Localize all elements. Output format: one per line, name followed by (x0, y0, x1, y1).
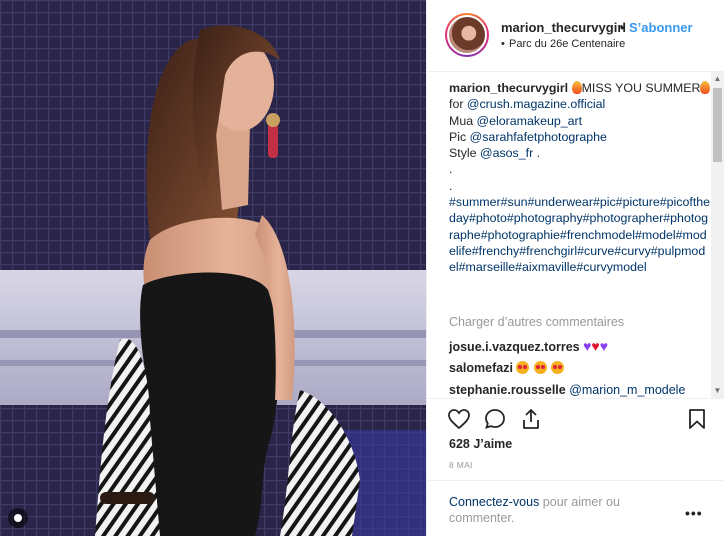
login-link[interactable]: Connectez-vous (449, 495, 539, 509)
comment-username[interactable]: josue.i.vazquez.torres (449, 340, 580, 354)
instagram-post: marion_thecurvygirl • S’abonner • Parc d… (0, 0, 724, 536)
load-more-comments-button[interactable]: Charger d’autres commentaires (449, 315, 624, 329)
heart-eyes-icon (533, 361, 547, 374)
login-prompt: Connectez-vous pour aimer ou commenter. … (427, 480, 724, 536)
heart-eyes-icon (551, 361, 565, 374)
post-photo[interactable] (0, 0, 426, 536)
bookmark-icon[interactable] (685, 407, 709, 431)
caption-dot: . (449, 162, 453, 177)
more-options-icon[interactable]: ••• (685, 505, 703, 521)
like-heart-icon[interactable] (447, 407, 471, 431)
scroll-down-icon[interactable]: ▼ (711, 384, 724, 398)
purple-heart-icon: ♥ (599, 338, 609, 354)
heart-eyes-icon (516, 361, 530, 374)
post-panel: marion_thecurvygirl • S’abonner • Parc d… (426, 0, 724, 536)
scrollbar-thumb[interactable] (713, 88, 722, 162)
location-link[interactable]: Parc du 26e Centenaire (509, 38, 625, 50)
post-header: marion_thecurvygirl • S’abonner • Parc d… (427, 0, 724, 72)
fire-icon (571, 81, 582, 94)
share-icon[interactable] (519, 407, 543, 431)
post-photo-illustration (0, 0, 426, 536)
caption-line-prefix: for (449, 97, 467, 112)
location-dot-icon: • (501, 38, 505, 50)
caption-username[interactable]: marion_thecurvygirl (449, 81, 568, 95)
post-date: 8 MAI (449, 460, 473, 470)
caption-line-prefix: Style (449, 146, 480, 161)
comments-section[interactable]: marion_thecurvygirl MISS YOU SUMMER for … (427, 72, 724, 398)
comment: stephanie.rousselle @marion_m_modele (449, 383, 685, 397)
mention-link[interactable]: @crush.magazine.official (467, 97, 605, 111)
action-bar (427, 398, 724, 438)
comment-username[interactable]: salomefazi (449, 361, 513, 375)
mention-link[interactable]: @sarahfafetphotographe (470, 130, 607, 144)
comment-username[interactable]: stephanie.rousselle (449, 383, 566, 397)
caption: marion_thecurvygirl MISS YOU SUMMER for … (449, 80, 711, 276)
header-separator: • (620, 20, 625, 35)
tagged-users-icon[interactable] (8, 508, 28, 528)
caption-line-prefix: Pic (449, 129, 470, 144)
like-count[interactable]: 628 J’aime (449, 437, 512, 451)
comment: josue.i.vazquez.torres ♥♥♥ (449, 338, 608, 354)
comment-icon[interactable] (483, 407, 507, 431)
header-username[interactable]: marion_thecurvygirl (501, 20, 626, 35)
comment: salomefazi (449, 361, 565, 375)
follow-button[interactable]: S’abonner (629, 20, 693, 35)
hashtags[interactable]: #summer#sun#underwear#pic#picture#picoft… (449, 195, 710, 274)
caption-dot: . (449, 178, 453, 193)
login-text: Connectez-vous pour aimer ou commenter. (449, 494, 669, 526)
fire-icon (700, 81, 711, 94)
red-heart-icon: ♥ (591, 338, 600, 354)
mention-link[interactable]: @marion_m_modele (569, 383, 685, 397)
caption-line-prefix: Mua (449, 113, 477, 128)
scroll-up-icon[interactable]: ▲ (711, 72, 724, 86)
mention-link[interactable]: @eloramakeup_art (477, 114, 583, 128)
avatar[interactable] (445, 13, 489, 57)
caption-title: MISS YOU SUMMER (581, 81, 701, 95)
comments-scrollbar[interactable]: ▲ ▼ (711, 72, 724, 398)
mention-link[interactable]: @asos_fr (480, 146, 533, 160)
caption-line-suffix: . (533, 146, 541, 161)
